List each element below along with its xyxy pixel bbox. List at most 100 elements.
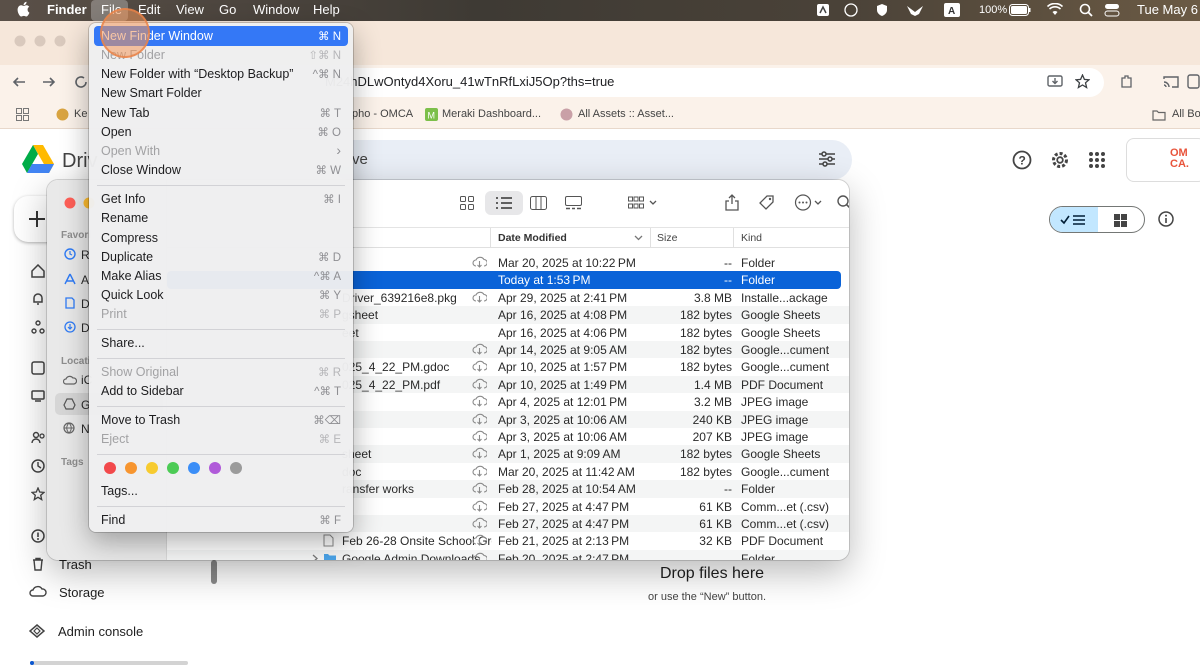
sort-chevron-icon[interactable]: [634, 235, 643, 241]
icon-view-icon[interactable]: [460, 196, 474, 210]
more-actions-icon[interactable]: [794, 194, 824, 211]
menu-item-rename[interactable]: Rename: [101, 211, 148, 225]
search-options-icon[interactable]: [818, 151, 836, 167]
tag-color-dot[interactable]: [230, 462, 242, 474]
bookmark-meraki[interactable]: Meraki Dashboard...: [442, 108, 541, 120]
my-drive-icon[interactable]: [31, 361, 45, 375]
google-drive-icon[interactable]: [63, 398, 76, 410]
circle-status-icon[interactable]: [844, 3, 858, 18]
apps-grid-icon[interactable]: [16, 108, 29, 121]
finder-close-button[interactable]: [64, 197, 76, 209]
shield-status-icon[interactable]: [875, 3, 889, 18]
cloud-download-icon[interactable]: [472, 413, 487, 425]
icloud-icon[interactable]: [63, 375, 77, 385]
storage-cloud-icon[interactable]: [29, 585, 47, 597]
table-row[interactable]: Feb 26-28 Onsite School Groups.pdf Feb 21…: [167, 532, 849, 549]
share-icon[interactable]: [725, 194, 739, 211]
menu-view[interactable]: View: [176, 2, 204, 17]
cloud-download-icon[interactable]: [472, 534, 487, 547]
column-date-modified[interactable]: Date Modified: [498, 232, 567, 244]
spam-icon[interactable]: [31, 529, 45, 543]
notes-status-icon[interactable]: [816, 3, 830, 18]
menu-item-new-smart-folder[interactable]: New Smart Folder: [101, 86, 202, 100]
bird-status-icon[interactable]: [906, 3, 924, 18]
control-center-icon[interactable]: [1104, 3, 1120, 18]
recent-clock-icon[interactable]: [31, 459, 45, 473]
cloud-download-icon[interactable]: [472, 291, 487, 303]
tag-color-dot[interactable]: [209, 462, 221, 474]
cloud-download-icon[interactable]: [472, 482, 487, 494]
menu-item-open[interactable]: Open: [101, 125, 132, 139]
menu-item-new-folder-with[interactable]: New Folder with “Desktop Backup”: [101, 67, 293, 81]
menu-item-share[interactable]: Share...: [101, 336, 145, 350]
all-bookmarks[interactable]: All Bo: [1172, 108, 1200, 120]
back-arrow-icon[interactable]: [12, 75, 26, 89]
cloud-download-icon[interactable]: [472, 552, 487, 560]
menu-item-close-window[interactable]: Close Window: [101, 163, 181, 177]
cloud-download-icon[interactable]: [472, 430, 487, 442]
help-icon[interactable]: ?: [1012, 150, 1032, 170]
menu-item-add-to-sidebar[interactable]: Add to Sidebar: [101, 384, 184, 398]
cloud-download-icon[interactable]: [472, 378, 487, 390]
apple-icon[interactable]: [17, 1, 30, 17]
tag-color-dot[interactable]: [125, 462, 137, 474]
drive-sidebar-scrollbar[interactable]: [211, 560, 217, 584]
network-icon[interactable]: [63, 422, 75, 434]
menu-item-show-original[interactable]: Show Original: [101, 365, 179, 379]
applications-icon[interactable]: [64, 273, 76, 285]
column-view-icon[interactable]: [530, 196, 547, 210]
admin-console-icon[interactable]: [29, 624, 45, 638]
tag-color-dot[interactable]: [167, 462, 179, 474]
bookmark-assets[interactable]: All Assets :: Asset...: [578, 108, 674, 120]
menu-item-compress[interactable]: Compress: [101, 231, 158, 245]
menu-item-open-with[interactable]: Open With: [101, 144, 160, 158]
profile-icon[interactable]: [1187, 74, 1200, 89]
recents-icon[interactable]: [64, 248, 76, 260]
activity-bell-icon[interactable]: [31, 292, 45, 306]
extensions-icon[interactable]: [1119, 74, 1134, 89]
menu-window[interactable]: Window: [253, 2, 299, 17]
window-zoom-button[interactable]: [54, 35, 66, 47]
column-size[interactable]: Size: [657, 232, 677, 244]
menu-item-find[interactable]: Find: [101, 513, 125, 527]
list-view-toggle[interactable]: [1050, 207, 1098, 232]
nav-admin-console[interactable]: Admin console: [58, 624, 143, 639]
tag-color-dot[interactable]: [146, 462, 158, 474]
finder-search-icon[interactable]: [837, 195, 849, 210]
menu-app-finder[interactable]: Finder: [47, 2, 87, 17]
shared-with-me-icon[interactable]: [31, 431, 46, 445]
google-apps-icon[interactable]: [1089, 152, 1105, 168]
forward-arrow-icon[interactable]: [42, 75, 56, 89]
menu-item-duplicate[interactable]: Duplicate: [101, 250, 153, 264]
menu-item-eject[interactable]: Eject: [101, 432, 129, 446]
spotlight-icon[interactable]: [1079, 3, 1093, 18]
documents-icon[interactable]: [64, 297, 76, 309]
menu-help[interactable]: Help: [313, 2, 340, 17]
table-row[interactable]: Google Admin Downloads Feb 20, 2025 at 2:…: [167, 549, 849, 560]
bookmark-star-icon[interactable]: [1075, 74, 1090, 89]
home-icon[interactable]: [31, 264, 45, 278]
column-kind[interactable]: Kind: [741, 232, 762, 244]
menu-item-print[interactable]: Print: [101, 307, 127, 321]
menu-item-make-alias[interactable]: Make Alias: [101, 269, 161, 283]
battery-icon[interactable]: [1009, 4, 1031, 19]
drive-search-bar[interactable]: [330, 140, 852, 180]
window-close-button[interactable]: [14, 35, 26, 47]
nav-storage[interactable]: Storage: [59, 585, 105, 600]
menu-item-tags[interactable]: Tags...: [101, 484, 138, 498]
tag-color-dot[interactable]: [104, 462, 116, 474]
cloud-download-icon[interactable]: [472, 343, 487, 355]
starred-icon[interactable]: [31, 487, 45, 501]
cloud-download-icon[interactable]: [472, 395, 487, 407]
menu-item-get-info[interactable]: Get Info: [101, 192, 145, 206]
input-source-icon[interactable]: A: [944, 3, 960, 18]
sidebar-item-applications[interactable]: A: [81, 273, 89, 287]
cloud-download-icon[interactable]: [472, 360, 487, 373]
address-url[interactable]: M24hDLwOntyd4Xoru_41wTnRfLxiJ5Op?ths=tru…: [325, 74, 614, 89]
grid-view-icon[interactable]: [1114, 214, 1127, 227]
gallery-view-icon[interactable]: [565, 196, 582, 210]
disclosure-chevron-icon[interactable]: [312, 554, 318, 560]
wifi-icon[interactable]: [1047, 3, 1063, 18]
cloud-download-icon[interactable]: [472, 256, 487, 268]
bookmark-ke[interactable]: Ke: [74, 108, 87, 120]
